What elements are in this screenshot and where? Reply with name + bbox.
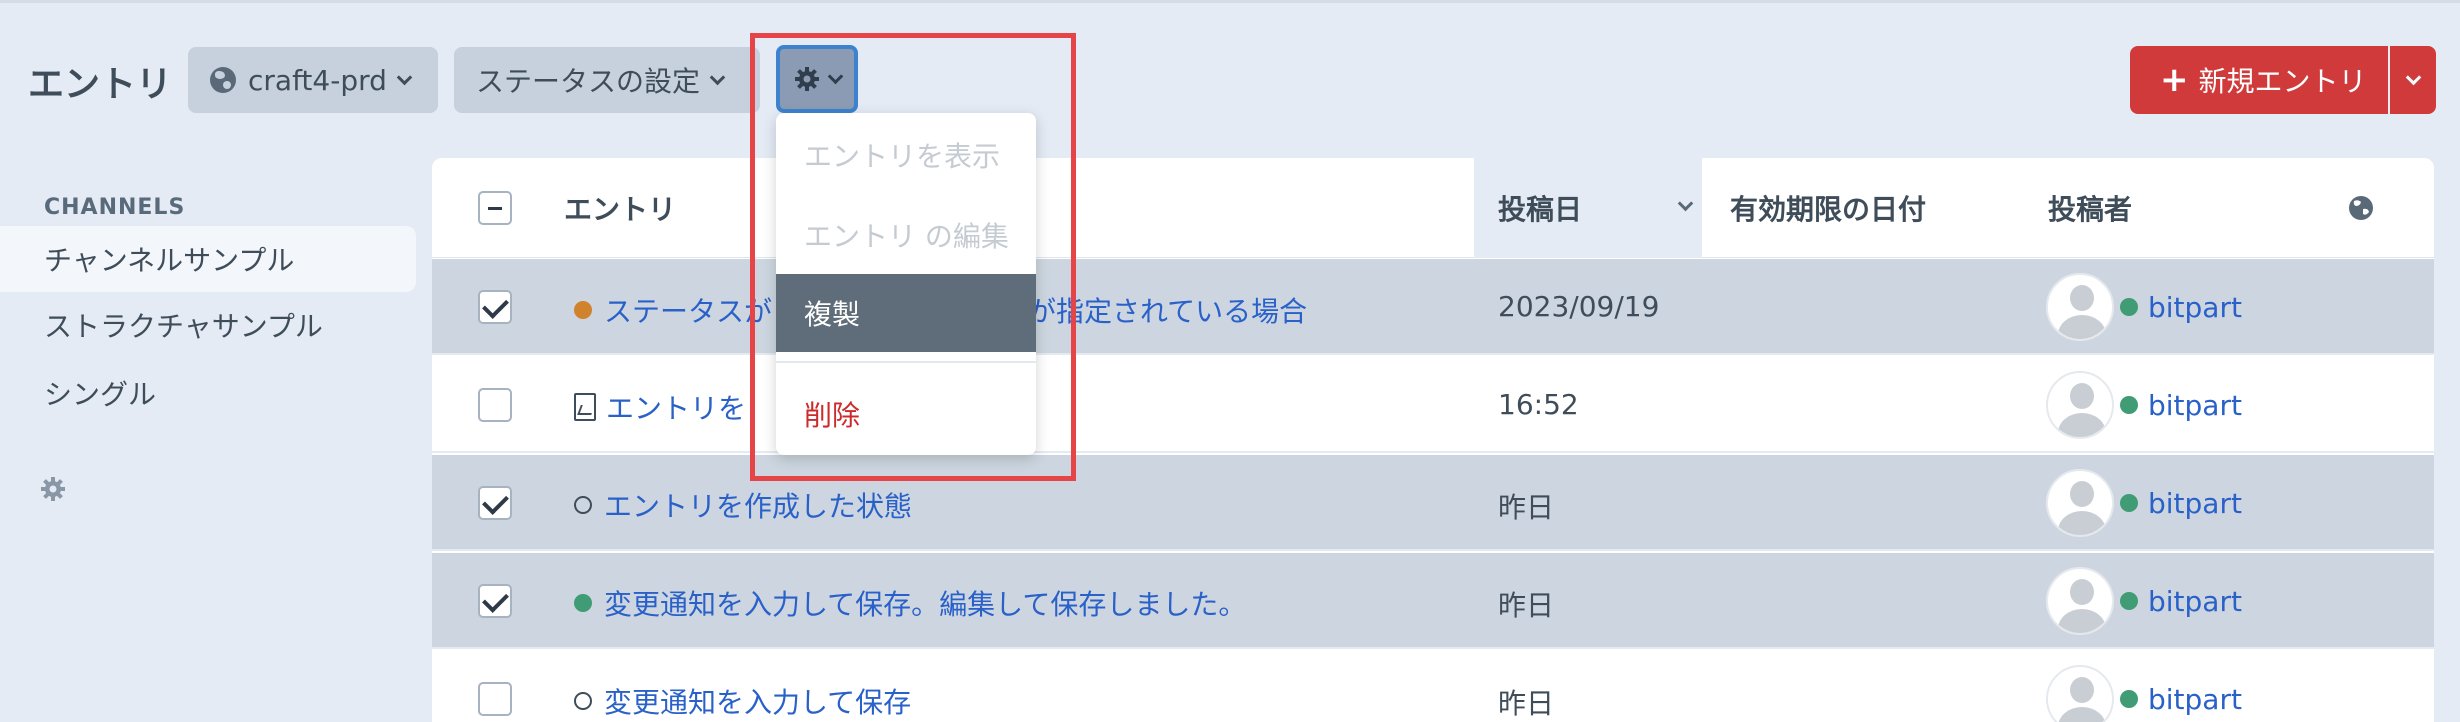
entry-title-text: エントリを作成した状態 xyxy=(604,490,913,523)
author-link[interactable]: bitpart xyxy=(2148,683,2242,716)
entry-title-link[interactable]: 変更通知を入力して保存。編集して保存しました。 xyxy=(574,583,1246,623)
entry-title-text: エントリを xyxy=(606,392,747,425)
table-row[interactable]: エントリを 16:52 bitpart xyxy=(432,357,2434,453)
page-title: エントリ xyxy=(28,64,173,105)
site-selector-button[interactable]: craft4-prd xyxy=(188,47,438,113)
author-cell[interactable]: bitpart xyxy=(2046,469,2242,537)
row-checkbox[interactable] xyxy=(478,486,512,520)
author-link[interactable]: bitpart xyxy=(2148,291,2242,324)
status-dot-empty xyxy=(574,692,592,710)
post-date: 昨日 xyxy=(1498,491,1555,524)
sidebar-heading: CHANNELS xyxy=(44,195,186,220)
table-row[interactable]: ステータスが が指定されている場合 2023/09/19 bitpart xyxy=(432,259,2434,355)
top-border xyxy=(0,0,2460,3)
author-status-dot xyxy=(2120,592,2138,610)
entry-title-text: 変更通知を入力して保存。編集して保存しました。 xyxy=(604,588,1247,621)
post-date: 昨日 xyxy=(1498,687,1555,720)
column-header-post-date-label: 投稿日 xyxy=(1498,193,1583,226)
column-header-post-date[interactable]: 投稿日 xyxy=(1498,158,1582,258)
table-row[interactable]: エントリを作成した状態 昨日 bitpart xyxy=(432,455,2434,551)
chevron-down-icon xyxy=(2405,69,2421,85)
chevron-down-icon xyxy=(709,69,726,85)
author-link[interactable]: bitpart xyxy=(2148,585,2242,618)
globe-icon[interactable] xyxy=(2348,195,2374,221)
plus-icon: + xyxy=(2160,60,2189,100)
status-settings-button[interactable]: ステータスの設定 xyxy=(454,47,760,113)
column-header-author[interactable]: 投稿者 xyxy=(2048,158,2132,258)
status-dot-orange xyxy=(574,301,592,319)
status-dot-green xyxy=(574,594,592,612)
sidebar-item-channel-sample[interactable]: チャンネルサンプル xyxy=(0,226,416,292)
sidebar-item-label: ストラクチャサンプル xyxy=(44,310,323,343)
post-date: 16:52 xyxy=(1498,388,1579,421)
entry-title-link[interactable]: エントリを作成した状態 xyxy=(574,485,912,525)
gear-icon[interactable] xyxy=(40,476,66,502)
avatar xyxy=(2046,469,2114,537)
row-checkbox[interactable] xyxy=(478,682,512,716)
author-cell[interactable]: bitpart xyxy=(2046,665,2242,722)
status-settings-label: ステータスの設定 xyxy=(476,65,701,98)
author-status-dot xyxy=(2120,396,2138,414)
entry-title-link[interactable]: ステータスが xyxy=(574,290,772,330)
avatar xyxy=(2046,665,2114,722)
sidebar-item-label: チャンネルサンプル xyxy=(44,244,295,277)
author-cell[interactable]: bitpart xyxy=(2046,273,2242,341)
author-status-dot xyxy=(2120,298,2138,316)
author-status-dot xyxy=(2120,690,2138,708)
table-header: エントリ 投稿日 有効期限の日付 投稿者 xyxy=(432,158,2434,258)
author-cell[interactable]: bitpart xyxy=(2046,567,2242,635)
column-header-title[interactable]: エントリ xyxy=(564,158,676,258)
highlight-annotation-box xyxy=(750,33,1076,481)
new-entry-button[interactable]: + 新規エントリ xyxy=(2130,46,2388,114)
row-checkbox[interactable] xyxy=(478,584,512,618)
new-entry-label: 新規エントリ xyxy=(2198,65,2367,98)
post-date: 2023/09/19 xyxy=(1498,290,1660,323)
author-link[interactable]: bitpart xyxy=(2148,487,2242,520)
sidebar-item-label: シングル xyxy=(44,378,157,411)
row-checkbox[interactable] xyxy=(478,290,512,324)
entry-title-link[interactable]: 変更通知を入力して保存 xyxy=(574,681,911,721)
author-status-dot xyxy=(2120,494,2138,512)
status-dot-empty xyxy=(574,496,592,514)
avatar xyxy=(2046,273,2114,341)
author-link[interactable]: bitpart xyxy=(2148,389,2242,422)
entry-title-text-left: ステータスが xyxy=(604,295,773,328)
column-header-expiry-date[interactable]: 有効期限の日付 xyxy=(1730,158,1926,258)
post-date: 昨日 xyxy=(1498,589,1555,622)
row-checkbox[interactable] xyxy=(478,388,512,422)
select-all-checkbox[interactable] xyxy=(478,191,512,225)
draft-document-icon xyxy=(574,393,596,421)
table-row[interactable]: 変更通知を入力して保存 昨日 bitpart xyxy=(432,651,2434,722)
entry-title-link[interactable]: エントリを xyxy=(574,387,746,427)
table-row[interactable]: 変更通知を入力して保存。編集して保存しました。 昨日 bitpart xyxy=(432,553,2434,649)
sidebar-item-structure-sample[interactable]: ストラクチャサンプル xyxy=(0,292,416,358)
avatar xyxy=(2046,371,2114,439)
author-cell[interactable]: bitpart xyxy=(2046,371,2242,439)
entry-title-text: 変更通知を入力して保存 xyxy=(604,686,912,719)
entries-table: エントリ 投稿日 有効期限の日付 投稿者 ステータスが が指定されている場合 2… xyxy=(432,158,2434,722)
globe-icon xyxy=(210,67,236,93)
sidebar-item-single[interactable]: シングル xyxy=(0,360,416,426)
chevron-down-icon xyxy=(396,69,413,85)
avatar xyxy=(2046,567,2114,635)
site-selector-label: craft4-prd xyxy=(248,63,387,97)
new-entry-menu-button[interactable] xyxy=(2390,46,2436,114)
